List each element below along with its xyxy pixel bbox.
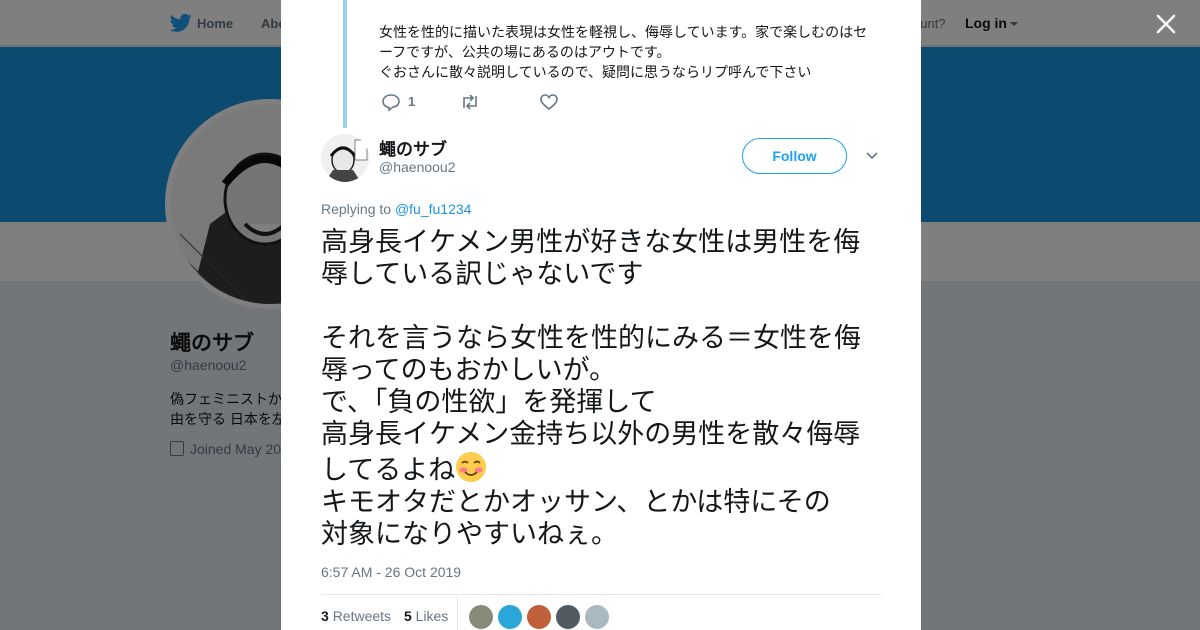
like-icon xyxy=(540,94,558,111)
likes-stat[interactable]: 5 Likes xyxy=(404,608,448,624)
liker-avatar[interactable] xyxy=(469,605,493,629)
liker-avatar[interactable] xyxy=(527,605,551,629)
retweet-button[interactable] xyxy=(459,92,483,112)
replying-to: Replying to @fu_fu1234 xyxy=(321,201,471,217)
author-handle[interactable]: @haenoou2 xyxy=(379,159,456,175)
tweet-line: で、「負の性欲」を発揮して xyxy=(321,387,657,418)
reply-icon xyxy=(382,94,400,112)
tweet-line: してるよね xyxy=(321,455,456,486)
manga-avatar-image xyxy=(321,134,369,182)
retweets-stat[interactable]: 3 Retweets xyxy=(321,608,391,624)
tweet-stats: 3 Retweets 5 Likes xyxy=(321,608,448,624)
retweets-count: 3 xyxy=(321,608,329,624)
author-name[interactable]: 蠅のサブ xyxy=(379,135,447,160)
tweet-line: キモオタだとかオッサン、とかは特にその xyxy=(321,487,831,518)
retweet-icon xyxy=(463,94,477,110)
parent-tweet-line: ぐおさんに散々説明しているので、疑問に思うならリプ呼んで下さい xyxy=(379,64,812,80)
reply-count: 1 xyxy=(408,94,416,109)
smiling-face-with-blush-icon xyxy=(456,452,487,482)
divider xyxy=(457,596,458,630)
divider xyxy=(321,594,881,595)
close-icon[interactable] xyxy=(1152,10,1180,38)
tweet-line: 辱ってのもおかしいが。 xyxy=(321,355,617,386)
parent-tweet-line: 女性を性的に描いた表現は女性を軽視し、侮辱しています。家で楽しむのはセ xyxy=(379,24,868,40)
tweet-timestamp[interactable]: 6:57 AM - 26 Oct 2019 xyxy=(321,564,461,580)
tweet-line: 対象になりやすいねぇ。 xyxy=(321,519,618,550)
tweet-line: それを言うなら女性を性的にみる＝女性を侮 xyxy=(321,323,861,354)
chevron-down-icon[interactable] xyxy=(865,148,879,162)
replying-prefix: Replying to xyxy=(321,201,392,217)
follow-button[interactable]: Follow xyxy=(742,138,847,174)
parent-tweet-line: ーフですが、公共の場にあるのはアウトです。 xyxy=(379,44,671,60)
likes-label: Likes xyxy=(415,608,449,624)
tweet-text: 高身長イケメン男性が好きな女性は男性を侮 辱している訳じゃないです それを言うな… xyxy=(321,227,891,551)
tweet-modal: 女性を性的に描いた表現は女性を軽視し、侮辱しています。家で楽しむのはセ ーフです… xyxy=(281,0,921,630)
tweet-line: 高身長イケメン金持ち以外の男性を散々侮辱 xyxy=(321,419,861,450)
liker-avatar[interactable] xyxy=(498,605,522,629)
tweet-line-with-emoji: してるよね xyxy=(321,451,891,487)
tweet-line xyxy=(321,291,891,323)
retweets-label: Retweets xyxy=(332,608,392,624)
tweet-line: 高身長イケメン男性が好きな女性は男性を侮 xyxy=(321,227,861,258)
replying-to-link[interactable]: @fu_fu1234 xyxy=(395,201,472,217)
liker-avatar[interactable] xyxy=(556,605,580,629)
thread-connector xyxy=(343,0,347,128)
like-button[interactable] xyxy=(539,92,563,112)
author-avatar[interactable] xyxy=(321,134,369,182)
reply-button[interactable]: 1 xyxy=(381,92,421,112)
parent-tweet-text: 女性を性的に描いた表現は女性を軽視し、侮辱しています。家で楽しむのはセ ーフです… xyxy=(379,22,879,82)
tweet-line: 辱している訳じゃないです xyxy=(321,259,644,290)
liker-avatar[interactable] xyxy=(585,605,609,629)
likes-count: 5 xyxy=(403,608,412,624)
